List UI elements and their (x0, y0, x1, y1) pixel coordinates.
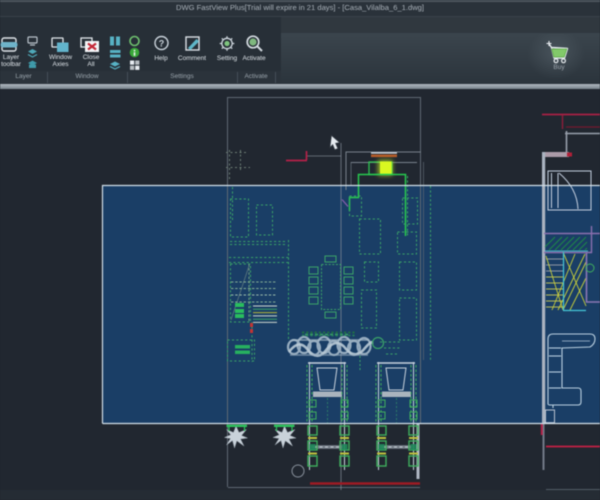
svg-text:?: ? (159, 39, 165, 49)
